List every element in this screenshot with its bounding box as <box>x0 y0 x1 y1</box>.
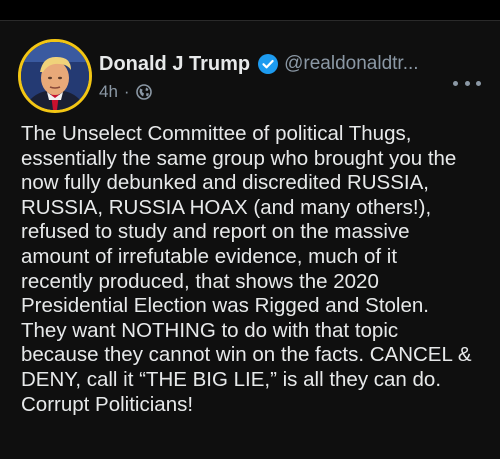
avatar-photo <box>21 42 89 110</box>
meta-separator: · <box>123 82 130 101</box>
post-body-line: amount of irrefutable evidence, much of … <box>21 244 398 268</box>
post-card[interactable]: Donald J Trump @realdonaldtr... 4h · The… <box>0 21 500 459</box>
verified-badge-icon <box>258 54 279 74</box>
post-body-line: refused to study and report on the massi… <box>21 220 410 244</box>
post-body-line: now fully debunked and discredited RUSSI… <box>21 171 429 195</box>
post-body-line: essentially the same group who brought y… <box>21 146 457 170</box>
author-handle[interactable]: @realdonaldtr... <box>284 53 428 75</box>
post-body-line: DENY, call it “THE BIG LIE,” is all they… <box>21 367 442 391</box>
post-body-line: They want NOTHING to do with that topic <box>21 318 399 342</box>
globe-icon <box>135 84 152 100</box>
post-body-line: RUSSIA, RUSSIA HOAX (and many others!), <box>21 195 432 219</box>
post-body: The Unselect Committee of political Thug… <box>21 122 489 417</box>
post-body-line: Presidential Election was Rigged and Sto… <box>21 294 429 318</box>
author-name[interactable]: Donald J Trump <box>99 53 250 76</box>
status-bar <box>0 0 500 20</box>
avatar[interactable] <box>18 39 92 113</box>
timestamp[interactable]: 4h <box>99 82 118 102</box>
post-body-line: The Unselect Committee of political Thug… <box>21 122 412 145</box>
more-options-icon[interactable] <box>453 75 481 91</box>
post-header: Donald J Trump @realdonaldtr... <box>99 51 489 77</box>
post-body-line: because they cannot win on the facts. CA… <box>21 343 472 367</box>
post-meta: 4h · <box>99 81 152 103</box>
post-body-line: Corrupt Politicians! <box>21 392 194 416</box>
post-body-line: recently produced, that shows the 2020 <box>21 269 379 293</box>
